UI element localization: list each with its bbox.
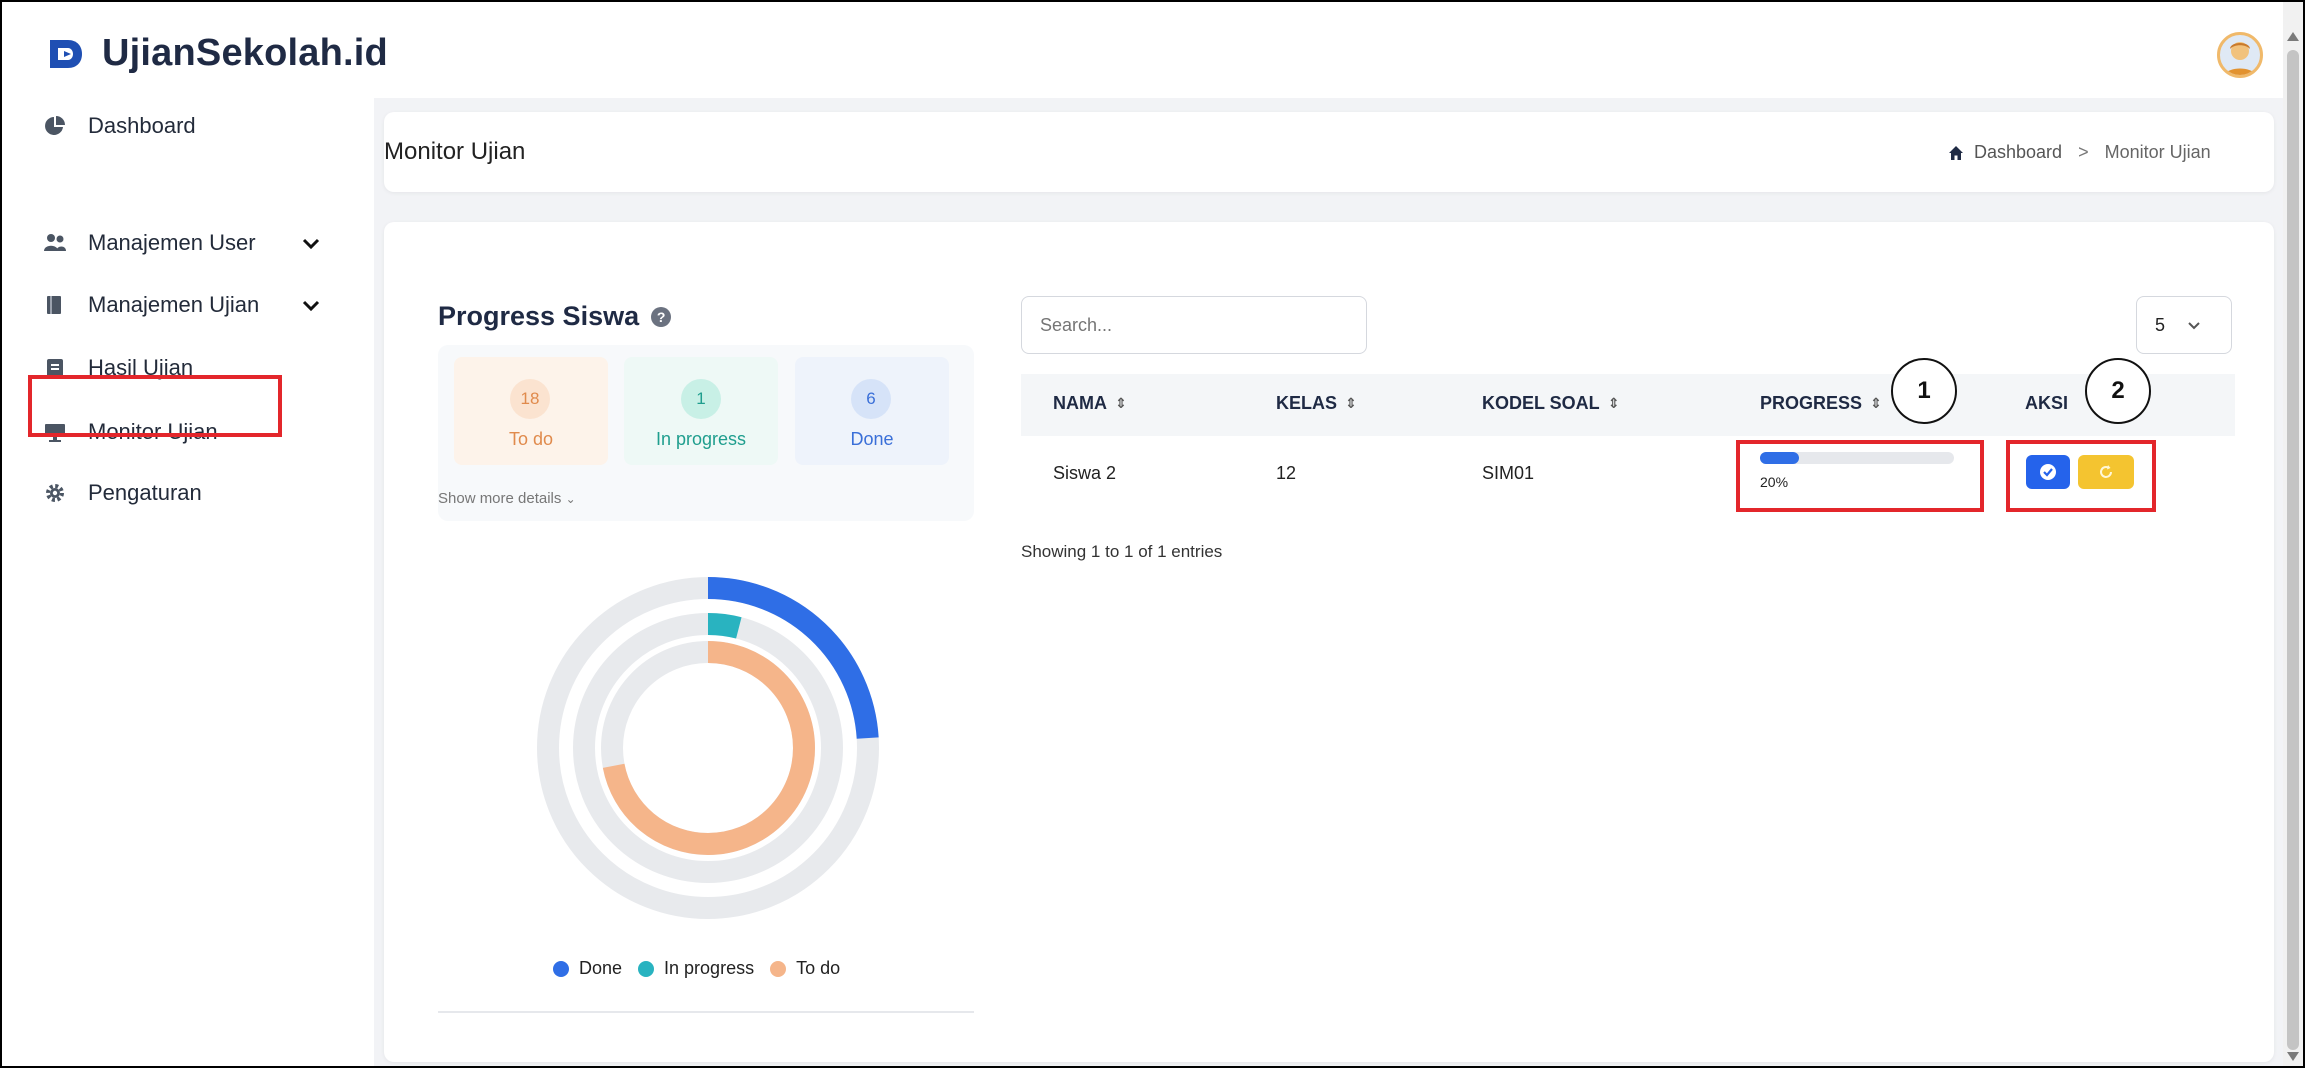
chevron-down-icon[interactable]	[300, 294, 322, 316]
sort-icon: ⇕	[1870, 395, 1882, 411]
cell-nama: Siswa 2	[1053, 463, 1117, 483]
stat-done-value: 6	[851, 379, 891, 419]
column-header-label: KODEL SOAL	[1482, 393, 1600, 413]
scroll-up-icon[interactable]	[2287, 32, 2299, 41]
legend-label-in-progress: In progress	[664, 958, 755, 978]
sidebar-item-label: Dashboard	[88, 113, 196, 138]
panel-divider	[438, 1011, 974, 1013]
logo-mark-icon	[50, 39, 82, 68]
users-icon	[44, 234, 66, 251]
annotation-highlight-progress	[1736, 440, 1984, 512]
stat-done-label: Done	[850, 429, 894, 449]
sidebar-item-label: Manajemen Ujian	[88, 292, 260, 317]
pie-chart-icon	[45, 116, 65, 135]
radial-progress-chart	[537, 577, 879, 919]
legend-item-done[interactable]: Done	[553, 958, 622, 979]
sidebar-item-manajemen-user[interactable]: Manajemen User	[44, 215, 256, 271]
chart-legend: Done In progress To do	[553, 958, 840, 979]
show-more-text: Show more details	[438, 490, 562, 507]
legend-item-todo[interactable]: To do	[770, 958, 840, 979]
breadcrumb: Dashboard > Monitor Ujian	[1948, 142, 2211, 163]
column-header-progress[interactable]: PROGRESS ⇕	[1760, 393, 1882, 414]
avatar-icon	[2223, 42, 2257, 75]
legend-dot-done	[553, 960, 569, 977]
column-header-label: PROGRESS	[1760, 393, 1863, 413]
app-title: UjianSekolah.id	[102, 32, 388, 74]
vertical-scrollbar[interactable]	[2283, 2, 2303, 1066]
breadcrumb-current: Monitor Ujian	[2104, 142, 2211, 162]
book-icon	[47, 296, 61, 314]
sidebar-item-label: Pengaturan	[88, 480, 202, 505]
breadcrumb-home-link[interactable]: Dashboard	[1974, 142, 2062, 163]
stat-in-progress-value: 1	[681, 379, 721, 419]
legend-label-todo: To do	[796, 958, 841, 978]
top-bar: UjianSekolah.id	[2, 2, 2283, 98]
cell-kode-soal: SIM01	[1482, 463, 1535, 483]
page-title-text: Monitor Ujian	[384, 138, 526, 165]
entries-info: Showing 1 to 1 of 1 entries	[1021, 542, 1223, 561]
column-header-nama[interactable]: NAMA ⇕	[1053, 393, 1127, 414]
stat-todo-label: To do	[508, 429, 554, 449]
sidebar-item-pengaturan[interactable]: Pengaturan	[44, 465, 202, 521]
column-header-label: NAMA	[1053, 393, 1107, 413]
legend-dot-in-progress	[638, 960, 655, 977]
column-header-kelas[interactable]: KELAS ⇕	[1276, 393, 1357, 414]
stat-todo-value: 18	[510, 379, 550, 419]
chevron-down-icon	[2188, 322, 2200, 330]
user-avatar[interactable]	[2217, 32, 2263, 78]
column-header-kode-soal[interactable]: KODEL SOAL ⇕	[1482, 393, 1619, 414]
scroll-thumb[interactable]	[2287, 50, 2299, 1050]
help-icon[interactable]: ?	[651, 306, 672, 327]
breadcrumb-separator: >	[2078, 142, 2089, 162]
progress-siswa-title: Progress Siswa ?	[438, 301, 672, 332]
search-input[interactable]	[1021, 296, 1367, 354]
sidebar-item-dashboard[interactable]: Dashboard	[44, 98, 196, 154]
sort-icon: ⇕	[1345, 395, 1357, 411]
home-icon	[1949, 145, 1963, 160]
cell-kelas: 12	[1276, 463, 1297, 483]
progress-siswa-title-text: Progress Siswa	[438, 301, 640, 331]
annotation-highlight-box	[28, 375, 282, 437]
app-logo[interactable]: UjianSekolah.id	[46, 32, 388, 75]
page-size-value: 5	[2155, 314, 2166, 335]
column-header-label: KELAS	[1276, 393, 1338, 413]
gear-icon	[46, 484, 64, 502]
sort-icon: ⇕	[1607, 395, 1620, 411]
sidebar: Dashboard Manajemen User Manajemen Ujian…	[2, 98, 374, 1066]
legend-item-in-progress[interactable]: In progress	[638, 958, 754, 979]
annotation-callout-2: 2	[2085, 358, 2151, 424]
legend-label-done: Done	[579, 958, 623, 978]
page-size-select[interactable]: 5	[2136, 296, 2232, 354]
stat-in-progress-label: In progress	[655, 429, 747, 449]
sidebar-item-manajemen-ujian[interactable]: Manajemen Ujian	[44, 277, 259, 333]
sidebar-item-label: Manajemen User	[88, 230, 256, 255]
annotation-callout-1: 1	[1891, 358, 1957, 424]
scroll-down-icon[interactable]	[2287, 1052, 2299, 1061]
chevron-down-icon: ⌄	[565, 492, 576, 506]
column-header-aksi: AKSI	[2025, 393, 2068, 414]
chevron-down-icon[interactable]	[300, 232, 322, 254]
show-more-details-link[interactable]: Show more details ⌄	[438, 490, 576, 507]
sort-icon: ⇕	[1115, 395, 1127, 411]
column-header-label: AKSI	[2025, 393, 2069, 413]
annotation-highlight-actions	[2006, 440, 2156, 512]
legend-dot-todo	[770, 960, 787, 977]
